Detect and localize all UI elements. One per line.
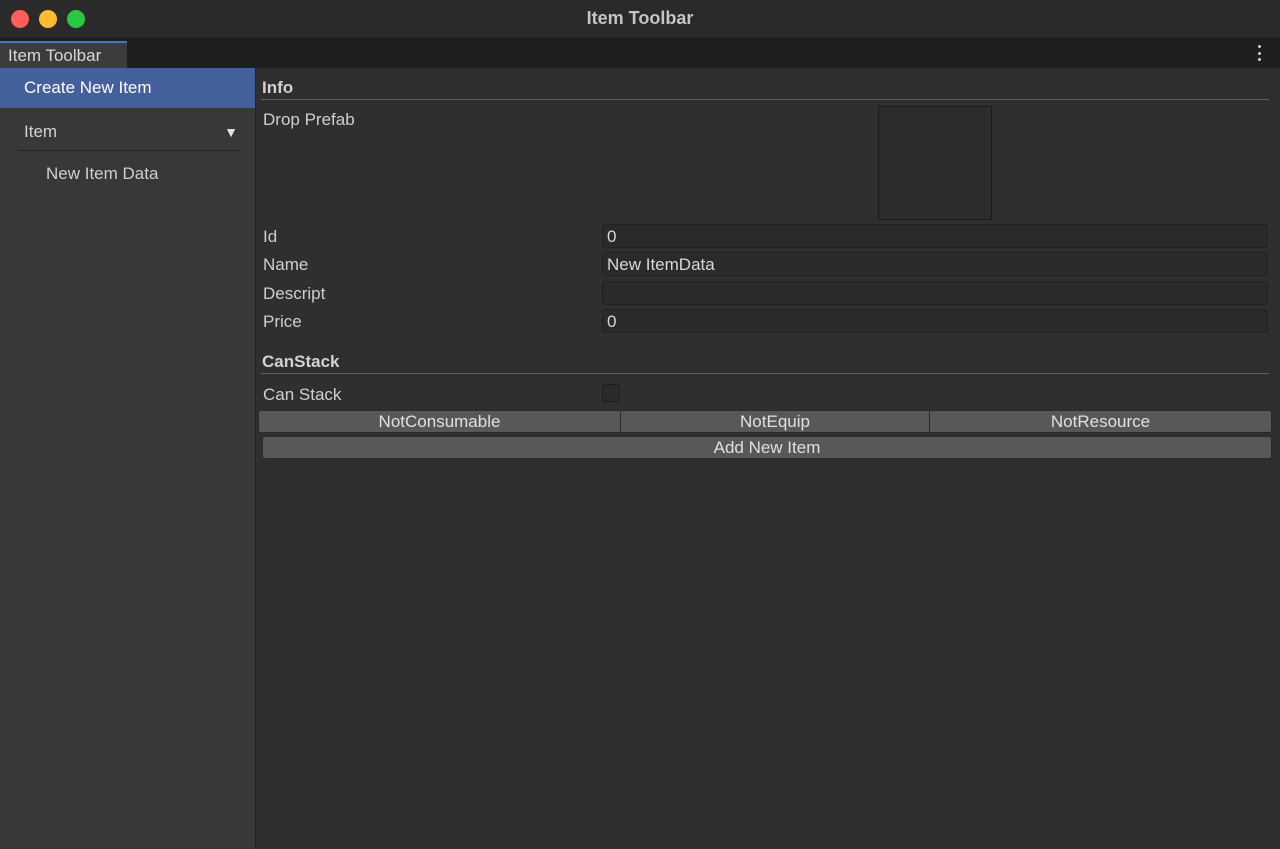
price-field[interactable]: 0 (602, 309, 1268, 333)
tab-strip: Item Toolbar (0, 39, 1280, 68)
not-consumable-button[interactable]: NotConsumable (258, 410, 621, 433)
can-stack-checkbox[interactable] (602, 384, 620, 402)
sidebar-item-create-new-item[interactable]: Create New Item (0, 68, 255, 108)
window-titlebar: Item Toolbar (0, 0, 1280, 39)
sidebar-item-new-item-data[interactable]: New Item Data (46, 164, 158, 184)
descript-label: Descript (263, 284, 326, 303)
id-label: Id (263, 227, 278, 246)
sidebar-group-label: Item (24, 122, 58, 141)
id-field[interactable]: 0 (602, 224, 1268, 248)
item-editor-panel: Info Drop Prefab Id 0 Name New ItemData … (256, 68, 1280, 849)
info-section-title: Info (262, 78, 294, 97)
chevron-down-icon[interactable]: ▼ (224, 124, 238, 140)
prefab-drop-slot[interactable] (878, 106, 992, 220)
name-label: Name (263, 255, 309, 274)
sidebar-group-item[interactable]: Item ▼ (18, 118, 240, 151)
sidebar: Create New Item Item ▼ New Item Data (0, 68, 256, 849)
drop-prefab-label: Drop Prefab (263, 110, 355, 129)
window-title: Item Toolbar (586, 8, 694, 28)
name-field[interactable]: New ItemData (602, 252, 1268, 276)
info-divider (261, 99, 1269, 100)
not-equip-button[interactable]: NotEquip (620, 410, 930, 433)
price-label: Price (263, 312, 302, 331)
canstack-section-title: CanStack (262, 352, 340, 371)
not-resource-button[interactable]: NotResource (929, 410, 1272, 433)
can-stack-label: Can Stack (263, 385, 342, 404)
canstack-divider (261, 373, 1269, 374)
add-new-item-button[interactable]: Add New Item (262, 436, 1272, 459)
kebab-menu-icon[interactable] (1258, 45, 1262, 61)
descript-field[interactable] (602, 281, 1268, 305)
tab-item-toolbar[interactable]: Item Toolbar (0, 41, 127, 68)
